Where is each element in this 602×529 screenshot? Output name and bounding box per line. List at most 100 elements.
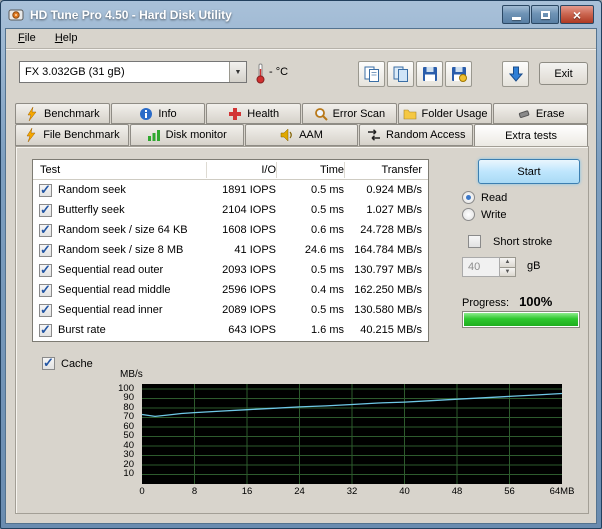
test-name: Butterfly seek [58, 204, 206, 216]
table-row[interactable]: Sequential read inner 2089 IOPS 0.5 ms 1… [33, 300, 428, 320]
table-row[interactable]: Burst rate 643 IOPS 1.6 ms 40.215 MB/s [33, 320, 428, 340]
x-axis-tick-labels: 0816243240485664MB [142, 486, 572, 500]
menu-file[interactable]: File [10, 29, 44, 46]
y-axis-tick-labels: 102030405060708090100 [16, 384, 137, 484]
table-row[interactable]: Random seek / size 8 MB 41 IOPS 24.6 ms … [33, 240, 428, 260]
cache-option[interactable]: Cache [42, 357, 93, 370]
spinner-up-icon[interactable]: ▲ [500, 257, 516, 268]
write-radio[interactable] [462, 208, 475, 221]
close-button[interactable]: × [560, 5, 594, 24]
header-time: Time [276, 162, 344, 178]
table-header: Test I/O Time Transfer [33, 160, 428, 180]
info-icon [139, 107, 153, 121]
save-image-button[interactable] [445, 61, 472, 87]
y-axis-tick-label: 100 [16, 383, 134, 394]
test-name: Random seek / size 64 KB [58, 224, 206, 236]
save-text-button[interactable] [416, 61, 443, 87]
download-button[interactable] [502, 61, 529, 87]
save-image-icon [450, 65, 468, 83]
test-io: 41 IOPS [206, 244, 276, 256]
x-axis-tick-label: 24 [294, 486, 305, 497]
tab-label: File Benchmark [43, 129, 119, 141]
lightning-icon [25, 107, 39, 121]
x-axis-tick-label: 0 [139, 486, 144, 497]
test-time: 0.5 ms [276, 264, 344, 276]
tab-benchmark[interactable]: Benchmark [15, 103, 110, 124]
short-stroke-checkbox[interactable] [468, 235, 481, 248]
tab-health[interactable]: Health [206, 103, 301, 124]
test-checkbox[interactable] [39, 284, 52, 297]
tab-label: Extra tests [505, 130, 557, 142]
tab-erase[interactable]: Erase [493, 103, 588, 124]
test-checkbox[interactable] [39, 244, 52, 257]
header-transfer: Transfer [344, 162, 428, 178]
test-time: 0.4 ms [276, 284, 344, 296]
test-transfer: 24.728 MB/s [344, 224, 428, 236]
cache-checkbox[interactable] [42, 357, 55, 370]
maximize-button[interactable] [531, 5, 559, 24]
tab-extra-tests[interactable]: Extra tests [474, 124, 588, 146]
menu-help[interactable]: Help [47, 29, 86, 46]
speaker-icon [280, 128, 294, 142]
y-axis-tick-label: 60 [16, 421, 134, 432]
title-bar[interactable]: HD Tune Pro 4.50 - Hard Disk Utility × [1, 1, 601, 28]
chevron-down-icon[interactable]: ▼ [229, 62, 246, 82]
drive-select-dropdown[interactable]: FX 3.032GB (31 gB) ▼ [19, 61, 247, 83]
tab-label: Disk monitor [166, 129, 227, 141]
test-io: 1891 IOPS [206, 184, 276, 196]
test-checkbox[interactable] [39, 324, 52, 337]
y-axis-tick-label: 50 [16, 430, 134, 441]
test-io: 1608 IOPS [206, 224, 276, 236]
progress-readout: Progress: 100% [462, 294, 552, 309]
test-io: 643 IOPS [206, 324, 276, 336]
tab-error-scan[interactable]: Error Scan [302, 103, 397, 124]
tab-strip: Benchmark Info Health [15, 103, 589, 146]
table-row[interactable]: Sequential read outer 2093 IOPS 0.5 ms 1… [33, 260, 428, 280]
short-stroke-label: Short stroke [493, 236, 552, 248]
test-name: Sequential read outer [58, 264, 206, 276]
tab-file-benchmark[interactable]: File Benchmark [15, 124, 129, 146]
table-row[interactable]: Random seek 1891 IOPS 0.5 ms 0.924 MB/s [33, 180, 428, 200]
health-cross-icon [228, 107, 242, 121]
test-transfer: 1.027 MB/s [344, 204, 428, 216]
test-time: 0.5 ms [276, 204, 344, 216]
tab-aam[interactable]: AAM [245, 124, 359, 146]
x-axis-tick-label: 48 [452, 486, 463, 497]
write-option[interactable]: Write [462, 208, 506, 221]
start-button[interactable]: Start [478, 159, 580, 184]
test-checkbox[interactable] [39, 184, 52, 197]
table-row[interactable]: Sequential read middle 2596 IOPS 0.4 ms … [33, 280, 428, 300]
read-label: Read [481, 192, 507, 204]
test-transfer: 130.580 MB/s [344, 304, 428, 316]
test-transfer: 130.797 MB/s [344, 264, 428, 276]
table-row[interactable]: Butterfly seek 2104 IOPS 0.5 ms 1.027 MB… [33, 200, 428, 220]
table-row[interactable]: Random seek / size 64 KB 1608 IOPS 0.6 m… [33, 220, 428, 240]
short-stroke-option[interactable]: Short stroke [462, 235, 552, 248]
short-stroke-size-value[interactable]: 40 [462, 257, 500, 277]
test-checkbox[interactable] [39, 224, 52, 237]
read-option[interactable]: Read [462, 191, 507, 204]
test-checkbox[interactable] [39, 204, 52, 217]
copy-text-button[interactable] [358, 61, 385, 87]
short-stroke-size-stepper[interactable]: 40 ▲ ▼ [462, 257, 516, 277]
tab-random-access[interactable]: Random Access [359, 124, 473, 146]
exit-button[interactable]: Exit [539, 62, 588, 85]
tab-disk-monitor[interactable]: Disk monitor [130, 124, 244, 146]
size-unit-label: gB [527, 260, 540, 272]
test-time: 24.6 ms [276, 244, 344, 256]
tab-row-1: Benchmark Info Health [15, 103, 589, 124]
test-name: Random seek [58, 184, 206, 196]
test-checkbox[interactable] [39, 304, 52, 317]
tab-folder-usage[interactable]: Folder Usage [398, 103, 493, 124]
spinner-down-icon[interactable]: ▼ [500, 268, 516, 278]
tab-row-2: File Benchmark Disk monitor AAM [15, 124, 589, 146]
read-radio[interactable] [462, 191, 475, 204]
copy-image-button[interactable] [387, 61, 414, 87]
progress-bar-fill [464, 313, 578, 326]
tab-info[interactable]: Info [111, 103, 206, 124]
test-checkbox[interactable] [39, 264, 52, 277]
minimize-button[interactable] [502, 5, 530, 24]
start-button-label: Start [517, 166, 540, 178]
test-transfer: 0.924 MB/s [344, 184, 428, 196]
tab-label: Erase [536, 108, 565, 120]
